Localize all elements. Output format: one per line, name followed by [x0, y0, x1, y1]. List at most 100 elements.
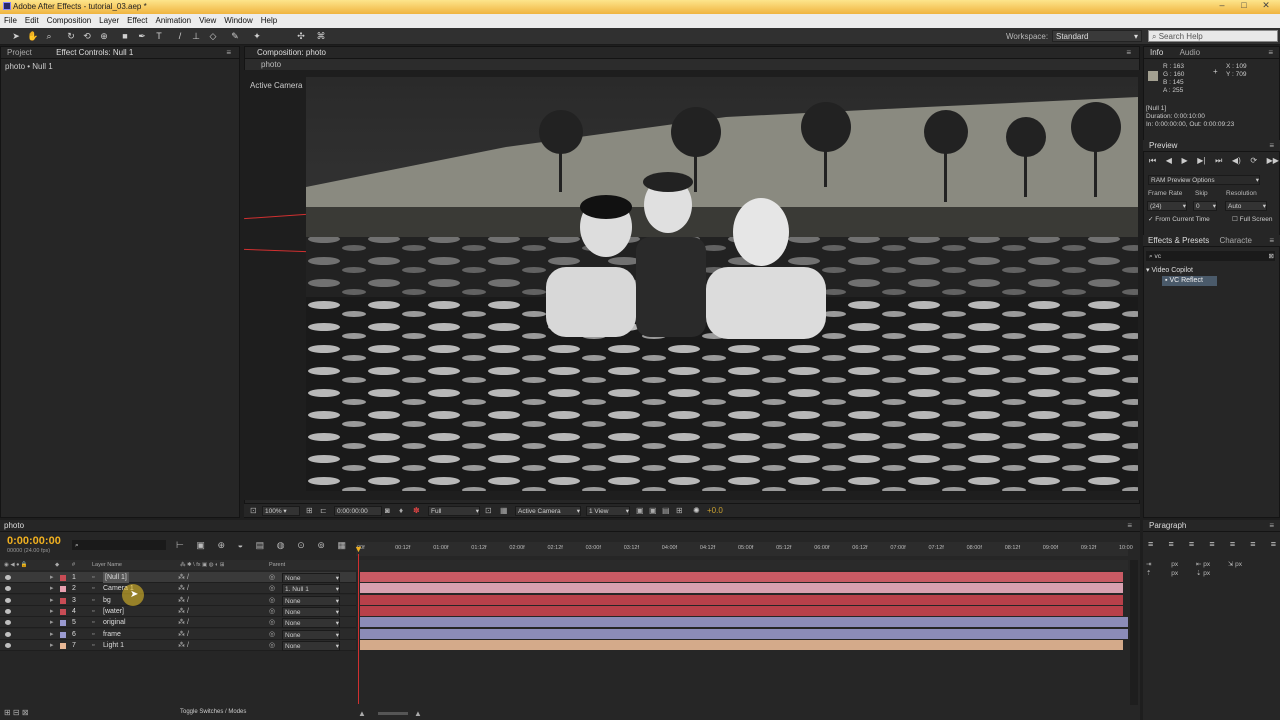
grid-icon[interactable]: ⊞: [306, 506, 313, 515]
menu-effect[interactable]: Effect: [127, 16, 147, 25]
view-layout-select[interactable]: 1 View ▾: [586, 506, 630, 516]
pen-tool-icon[interactable]: ✒: [137, 31, 147, 41]
zoom-in-icon[interactable]: ▲: [414, 709, 422, 718]
ram-preview-options-select[interactable]: RAM Preview Options ▾: [1148, 175, 1260, 185]
shy-layers-icon[interactable]: ◒: [238, 540, 243, 551]
expand-twirl-icon[interactable]: ▸: [50, 595, 54, 606]
frame-rate-select[interactable]: (24) ▾: [1147, 201, 1187, 211]
layer-duration-bar[interactable]: [360, 617, 1128, 628]
render-icon[interactable]: ▦: [337, 540, 346, 551]
layer-duration-bar[interactable]: [360, 572, 1123, 582]
effect-item-vc-reflect[interactable]: ▪ VC Reflect: [1162, 276, 1217, 286]
menu-animation[interactable]: Animation: [155, 16, 191, 25]
layer-name[interactable]: Light 1: [103, 640, 124, 651]
current-time-field[interactable]: 0:00:00:00: [334, 506, 382, 516]
layer-switches[interactable]: ⁂ /: [178, 595, 189, 606]
layer-duration-bar[interactable]: [360, 628, 1128, 639]
visibility-eye-icon[interactable]: [5, 608, 11, 614]
parent-pickwhip-icon[interactable]: ◎: [269, 595, 275, 606]
parent-select[interactable]: None ▾: [282, 595, 340, 606]
layer-switches[interactable]: ⁂ /: [178, 629, 189, 640]
roto-brush-icon[interactable]: ✎: [230, 31, 240, 41]
layer-label-color[interactable]: [60, 597, 66, 604]
layer-row[interactable]: ▸ 4 ▫ [water] ⁂ / ◎ None ▾: [0, 605, 1128, 617]
layer-name[interactable]: [water]: [103, 606, 124, 617]
layer-duration-bar[interactable]: [360, 605, 1123, 616]
pan-behind-icon[interactable]: ⊕: [99, 31, 109, 41]
parent-select[interactable]: None ▾: [282, 573, 340, 583]
tab-preview[interactable]: Preview: [1149, 141, 1177, 150]
justify-left-icon[interactable]: ≡: [1209, 539, 1214, 549]
layer-row[interactable]: ▸ 5 ▫ original ⁂ / ◎ None ▾: [0, 617, 1128, 629]
layer-duration-bar[interactable]: [360, 594, 1123, 605]
parent-pickwhip-icon[interactable]: ◎: [269, 606, 275, 617]
clear-search-icon[interactable]: ⊠: [1269, 252, 1274, 261]
panel-menu-icon[interactable]: ≡: [1127, 520, 1132, 532]
puppet-pin-icon[interactable]: ✦: [252, 31, 262, 41]
layer-row[interactable]: ▸ 1 ▫ [Null 1] ⁂ / ◎ None ▾: [0, 572, 1128, 583]
exposure-value[interactable]: +0.0: [707, 506, 723, 515]
draft-3d-icon[interactable]: ⊕: [218, 540, 226, 551]
menu-composition[interactable]: Composition: [47, 16, 91, 25]
rotate-tool-icon[interactable]: ↻: [66, 31, 76, 41]
parent-select[interactable]: None ▾: [282, 629, 340, 640]
tab-effects-presets[interactable]: Effects & Presets: [1148, 236, 1209, 245]
menu-view[interactable]: View: [199, 16, 216, 25]
first-line-indent-value[interactable]: px: [1235, 561, 1242, 568]
expand-twirl-icon[interactable]: ▸: [50, 629, 54, 640]
orbit-camera-icon[interactable]: ⟲: [82, 31, 92, 41]
expand-twirl-icon[interactable]: ▸: [50, 583, 54, 594]
layer-name[interactable]: frame: [103, 629, 121, 640]
indent-left-value[interactable]: px: [1171, 561, 1178, 568]
layer-switches[interactable]: ⁂ /: [178, 617, 189, 628]
toggle-switches-modes[interactable]: Toggle Switches / Modes: [180, 709, 246, 715]
axis-world-icon[interactable]: ⌘: [316, 31, 326, 41]
tab-audio[interactable]: Audio: [1180, 48, 1200, 57]
close-button[interactable]: ✕: [1256, 0, 1276, 12]
search-help-input[interactable]: ⌕ Search Help: [1148, 30, 1278, 42]
zoom-out-icon[interactable]: ▲: [358, 709, 366, 718]
tab-project[interactable]: Project: [7, 48, 32, 57]
flowchart-icon[interactable]: ⊞: [676, 506, 683, 515]
layer-name-header[interactable]: Layer Name: [92, 560, 122, 570]
show-snapshot-icon[interactable]: ♦: [399, 506, 403, 515]
layer-row[interactable]: ▸ 6 ▫ frame ⁂ / ◎ None ▾: [0, 628, 1128, 640]
parent-select[interactable]: None ▾: [282, 618, 340, 629]
visibility-eye-icon[interactable]: [5, 575, 11, 580]
toggle-pixel-aspect-icon[interactable]: ▣: [636, 506, 644, 515]
workspace-select[interactable]: Standard ▾: [1052, 30, 1142, 42]
space-before-value[interactable]: px: [1171, 570, 1178, 577]
timeline-footer-icons[interactable]: ⊞ ⊟ ⊠: [4, 708, 29, 717]
maximize-button[interactable]: □: [1234, 0, 1254, 12]
brainstorm-icon[interactable]: ⊚: [317, 540, 325, 551]
visibility-eye-icon[interactable]: [5, 597, 11, 603]
layer-name[interactable]: bg: [103, 595, 111, 606]
previous-frame-icon[interactable]: ◀: [1166, 156, 1172, 166]
timeline-search-input[interactable]: ⌕: [72, 540, 166, 550]
region-of-interest-icon[interactable]: ⊡: [485, 506, 492, 515]
parent-pickwhip-icon[interactable]: ◎: [269, 617, 275, 628]
color-channel-icon[interactable]: ✽: [413, 506, 420, 515]
play-icon[interactable]: ▶: [1182, 156, 1188, 166]
visibility-eye-icon[interactable]: [5, 631, 11, 637]
justify-center-icon[interactable]: ≡: [1230, 539, 1235, 549]
comp-mini-flowchart-icon[interactable]: ⊢: [176, 540, 184, 551]
eraser-tool-icon[interactable]: ◇: [208, 31, 218, 41]
indent-right-value[interactable]: px: [1203, 561, 1210, 568]
from-current-time-checkbox[interactable]: ✓ From Current Time: [1148, 215, 1210, 223]
tab-composition[interactable]: Composition: photo: [257, 48, 326, 57]
menu-edit[interactable]: Edit: [25, 16, 39, 25]
mask-visibility-icon[interactable]: ⊏: [320, 506, 327, 515]
resolution-select[interactable]: Full ▾: [428, 506, 480, 516]
rectangle-tool-icon[interactable]: ■: [120, 31, 130, 41]
skip-field[interactable]: 0 ▾: [1193, 201, 1217, 211]
parent-pickwhip-icon[interactable]: ◎: [269, 572, 275, 583]
justify-right-icon[interactable]: ≡: [1250, 539, 1255, 549]
menu-file[interactable]: File: [4, 16, 17, 25]
full-screen-checkbox[interactable]: ☐ Full Screen: [1232, 215, 1273, 223]
selection-tool-icon[interactable]: ➤: [11, 31, 21, 41]
align-right-icon[interactable]: ≡: [1189, 539, 1194, 549]
layer-label-color[interactable]: [60, 631, 66, 638]
layer-label-color[interactable]: [60, 575, 66, 581]
layer-name[interactable]: [Null 1]: [103, 572, 129, 583]
